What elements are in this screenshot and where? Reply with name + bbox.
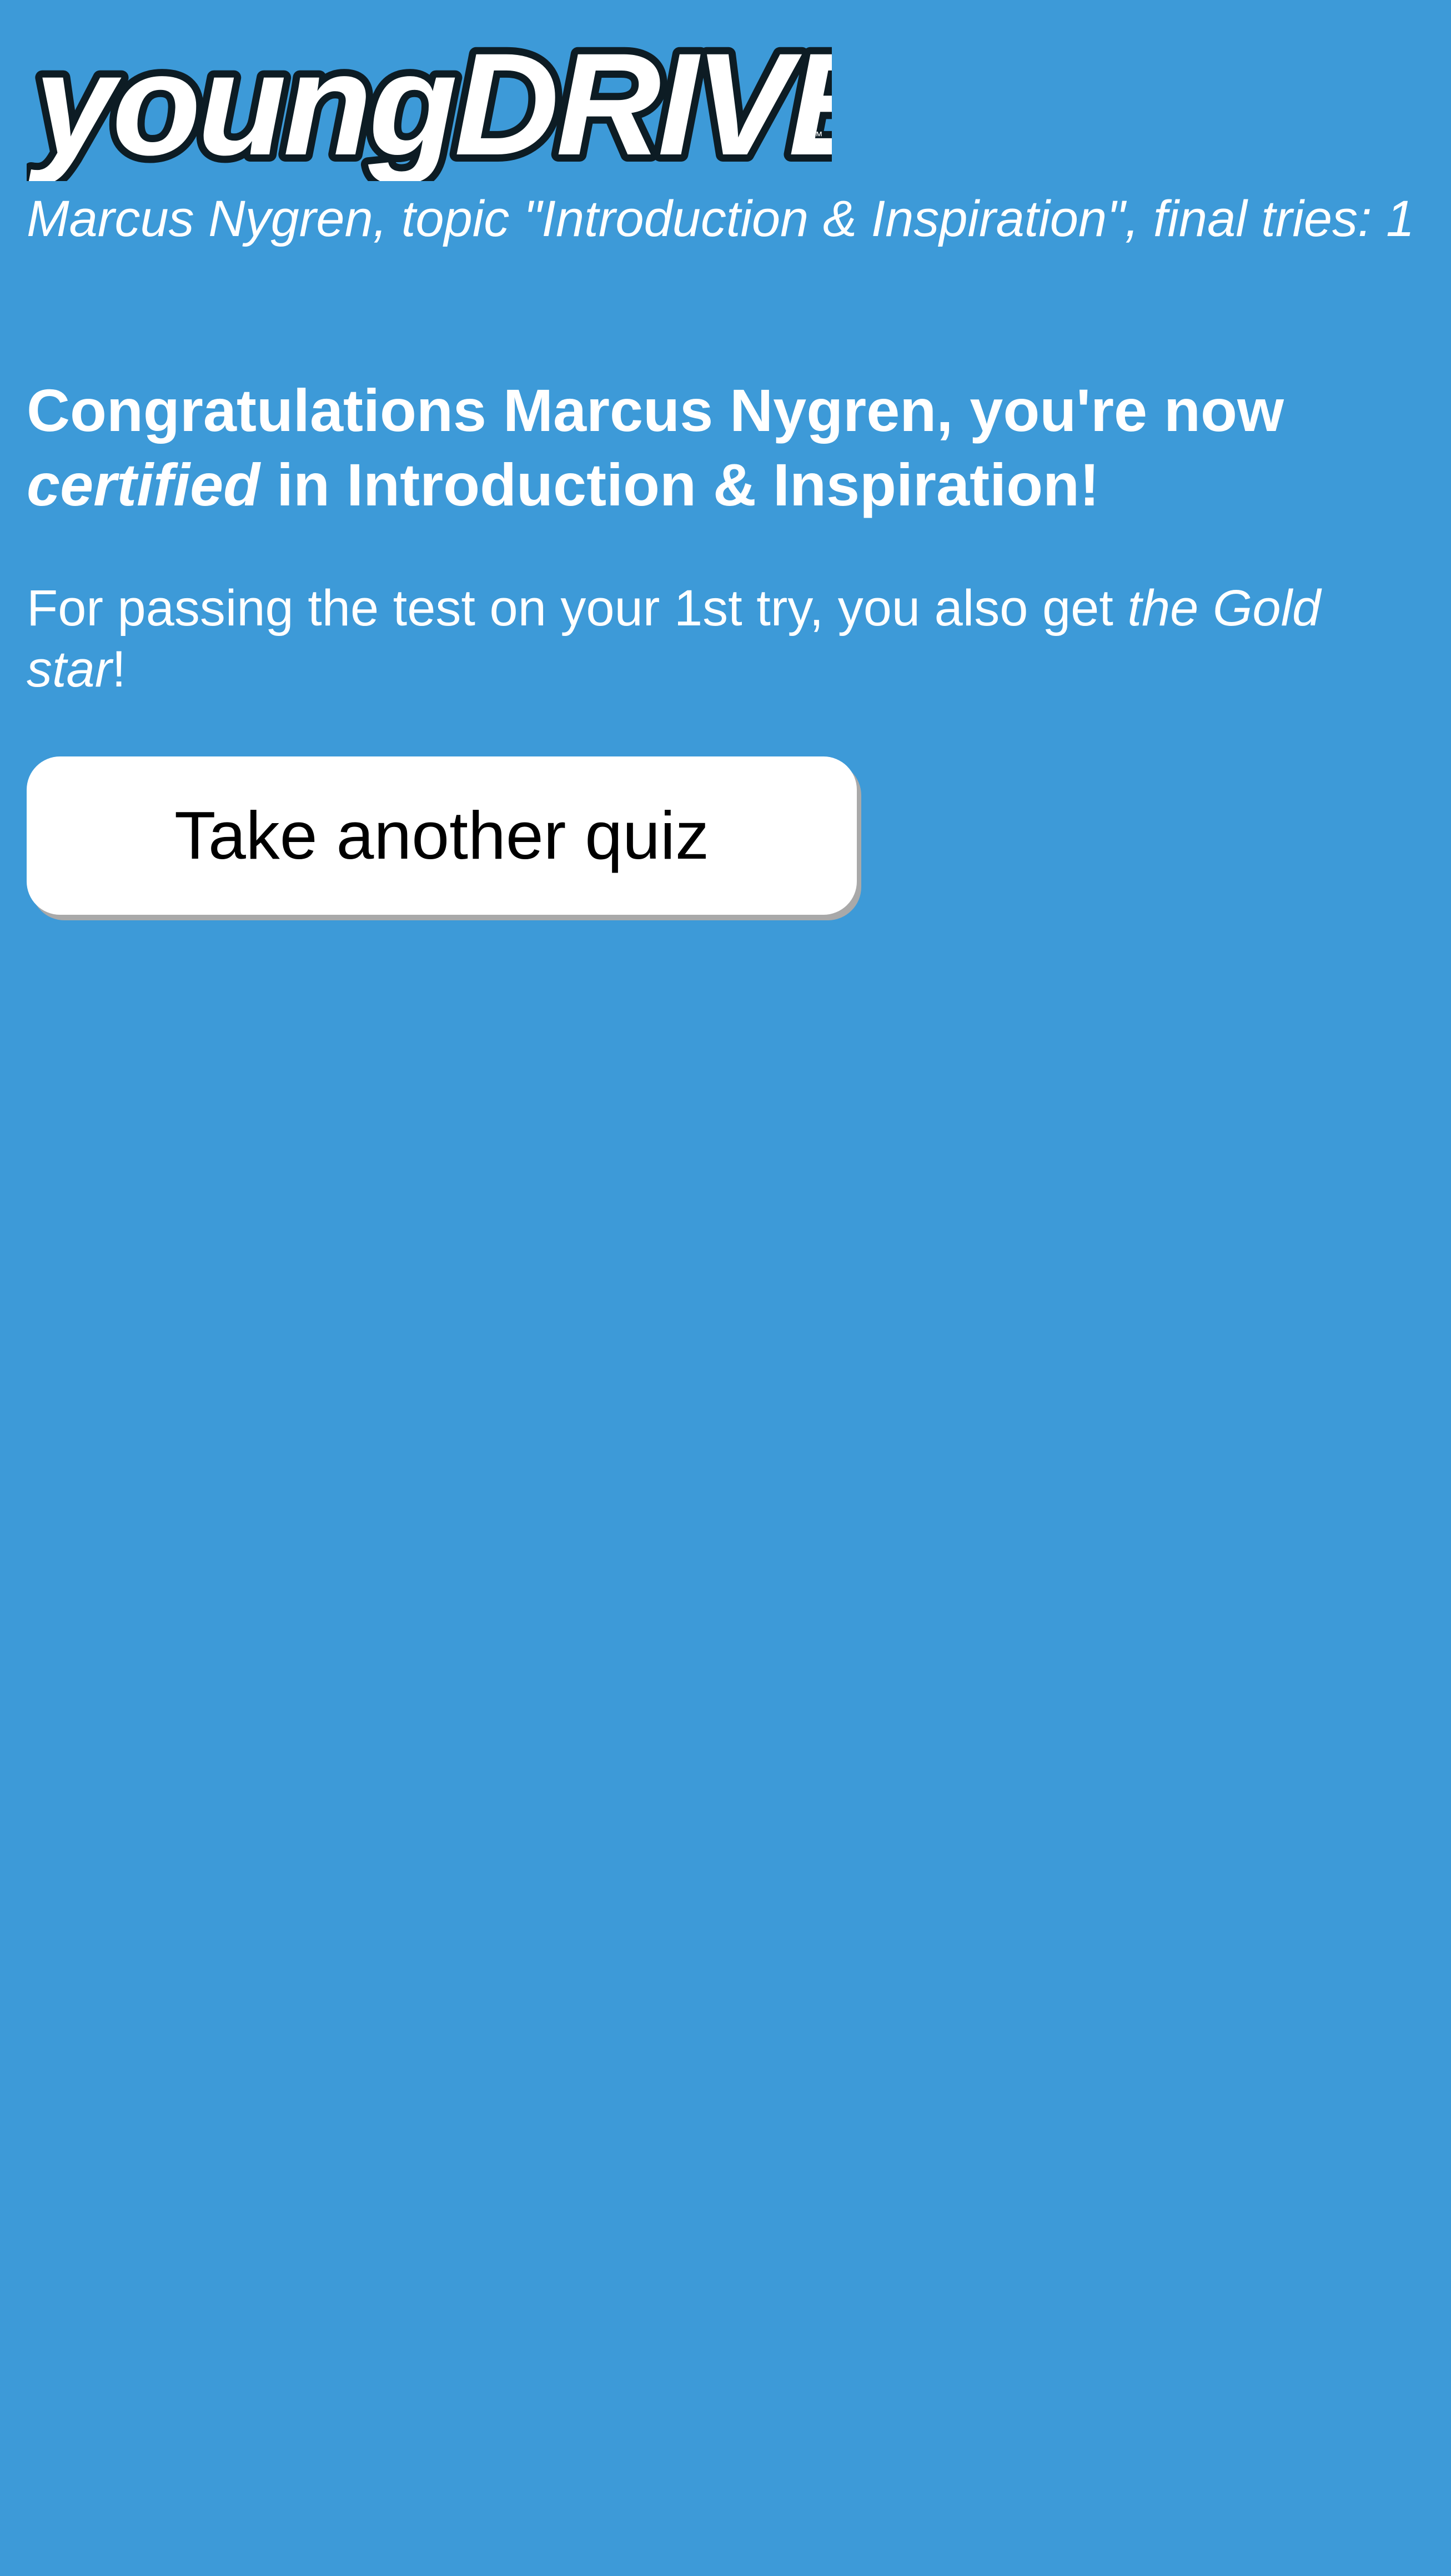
youngdrive-logo-graphic: youngDRIVE! ™: [27, 26, 832, 181]
quiz-result-page: youngDRIVE! ™ Marcus Nygren, topic "Intr…: [0, 0, 1451, 2576]
youngdrive-logo: youngDRIVE! ™: [27, 26, 832, 181]
logo-trademark: ™: [811, 129, 823, 143]
gold-star-message: For passing the test on your 1st try, yo…: [27, 578, 1426, 700]
headline-suffix: in Introduction & Inspiration!: [260, 451, 1099, 518]
reward-prefix: For passing the test on your 1st try, yo…: [27, 580, 1128, 637]
headline-emphasis: certified: [27, 451, 260, 518]
certification-headline: Congratulations Marcus Nygren, you're no…: [27, 373, 1426, 522]
quiz-status-line: Marcus Nygren, topic "Introduction & Ins…: [27, 191, 1415, 247]
take-another-quiz-button[interactable]: Take another quiz: [27, 756, 857, 915]
logo-wordmark: youngDRIVE!: [28, 26, 832, 181]
reward-suffix: !: [112, 641, 126, 698]
headline-prefix: Congratulations Marcus Nygren, you're no…: [27, 377, 1284, 444]
